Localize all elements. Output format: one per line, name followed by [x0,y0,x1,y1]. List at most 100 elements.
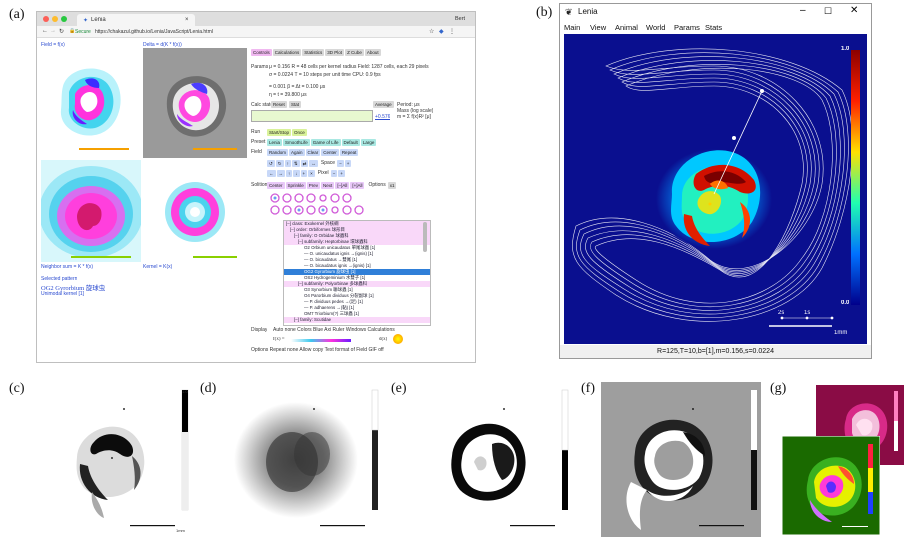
tab-close-icon[interactable]: × [185,17,189,23]
preset-large-button[interactable]: Large [360,138,377,146]
tab-calculations[interactable]: Calculations [272,48,302,56]
maximize-dot-icon[interactable] [61,16,67,22]
start-stop-button[interactable]: Start/Stop [267,128,292,136]
extension-icon[interactable]: ◆ [439,28,444,35]
neighbor-label: Neighbor sum = K * f(x) [41,264,94,270]
pixel-plus-icon[interactable]: + [338,169,345,177]
preset-smoothlife-button[interactable]: SmoothLife [283,138,310,146]
repeat-button[interactable]: Repeat [339,148,359,156]
menu-main[interactable]: Main [564,23,580,32]
window-title: Lenia [578,7,598,16]
zoom-in-icon[interactable]: + [300,169,308,177]
browser-tab[interactable]: ✦ Lenia × [77,14,195,26]
rotate-ccw-icon[interactable]: ↺ [267,159,275,167]
selected-sub: Unimodal kernel [1] [41,291,85,297]
once-button[interactable]: Once [292,128,307,136]
space-minus-icon[interactable]: − [337,159,344,167]
display-label: Display [251,327,268,333]
mirror-icon[interactable]: ⇄ [300,159,309,167]
neighbor-sum-view [41,160,141,262]
menu-animal[interactable]: Animal [615,23,638,32]
pixel-minus-icon[interactable]: − [330,169,338,177]
list-item[interactable]: [–] family: Scutidae [284,317,430,323]
mass-formula: m = Σ f(x)R² [μ] [397,114,431,120]
taxonomy-list[interactable]: [–] class: Exokernel 外核綱 [–] order: Orbi… [283,220,431,326]
star-icon[interactable]: ☆ [429,28,434,35]
solition-center-button[interactable]: Center [267,181,285,189]
list-scrollbar[interactable] [423,222,427,252]
menu-view[interactable]: View [590,23,606,32]
minimize-dot-icon[interactable] [52,16,58,22]
sprinkle-button[interactable]: Sprinkle [285,181,306,189]
move-up-icon[interactable]: ↑ [286,169,293,177]
reset-button[interactable]: Reset [271,101,287,108]
field-row-label: Field [251,149,262,155]
random-button[interactable]: Random [267,148,289,156]
close-icon[interactable]: ✕ [850,5,858,16]
collapse-all-button[interactable]: [–]All [335,181,350,189]
forward-icon[interactable]: → [50,28,56,34]
dk-label: d(x) [379,337,388,342]
browser-user[interactable]: Bert [455,16,465,22]
panel-c-max: 1.0 [182,389,188,394]
creature-icon-grid[interactable] [269,192,379,218]
menu-icon[interactable]: ⋮ [449,28,455,35]
tab-z-cube[interactable]: Z Cube [345,48,364,56]
tab-controls[interactable]: Controls [251,48,272,56]
transform-row-2: ← → ↑ ↓ + × Pixel − + [267,169,346,177]
clear-button[interactable]: Clear [305,148,321,156]
menu-stats[interactable]: Stats [705,23,722,32]
delta-view [143,48,247,158]
options-label: Options [368,182,386,188]
menu-world[interactable]: World [646,23,665,32]
tab-3d-plot[interactable]: 3D Plot [325,48,345,56]
fx-label: f(x) = [273,337,285,342]
field-view [41,48,141,158]
move-left-icon[interactable]: ← [267,169,276,177]
reload-icon[interactable]: ↻ [59,28,64,35]
shift-icon[interactable]: ↔ [309,159,318,167]
url-field[interactable]: https://chakazul.github.io/Lenia/JavaScr… [95,29,213,35]
colormap-bar [291,339,351,342]
stat-button[interactable]: Stat [289,101,302,108]
expand-all-button[interactable]: [+]All [350,181,365,189]
panel-label-g: (g) [770,381,787,396]
zoom-out-icon[interactable]: × [308,169,315,177]
mass-value: +0.576 [375,114,391,120]
minimize-icon[interactable]: – [800,5,806,16]
menu-params[interactable]: Params [674,23,700,32]
preset-lenia-button[interactable]: Lenia [267,138,283,146]
field-row: Field Random Again Clear Center Repeat [251,148,359,156]
prev-button[interactable]: Prev [306,181,321,189]
again-button[interactable]: Again [289,148,305,156]
flip-up-icon[interactable]: ↑ [284,159,291,167]
move-right-icon[interactable]: → [276,169,285,177]
lenia-app-window: ❦ Lenia – ☐ ✕ Main View Animal World Par… [559,3,872,359]
close-dot-icon[interactable] [43,16,49,22]
panel-e-plot [412,382,572,537]
back-icon[interactable]: ← [42,28,48,34]
params-line1: μ = 0.156 R = 48 cells per kernel radius… [269,64,429,70]
tab-statistics[interactable]: Statistics [302,48,325,56]
options-select[interactable]: x1 [387,181,397,189]
params-line3: = 0.001 β = Δt = 0.100 μs [269,84,326,90]
preset-label: Preset [251,139,266,145]
title-bar: ❦ Lenia – ☐ ✕ [560,4,871,21]
center-button[interactable]: Center [321,148,339,156]
time-label-1s: 1s [804,310,811,316]
space-plus-icon[interactable]: + [344,159,352,167]
panel-label-f: (f) [581,381,595,396]
move-down-icon[interactable]: ↓ [293,169,300,177]
flip-icon[interactable]: ⇅ [291,159,300,167]
rotate-cw-icon[interactable]: ↻ [275,159,284,167]
world-canvas[interactable]: 1.0 0.0 2s 1s 1mm [564,34,867,344]
preset-gol-button[interactable]: Game of Life [310,138,341,146]
center-marker [708,202,712,206]
kernel-view [143,160,247,262]
tab-about[interactable]: About [364,48,381,56]
next-button[interactable]: Next [321,181,335,189]
maximize-icon[interactable]: ☐ [824,6,832,17]
preset-default-button[interactable]: Default [341,138,360,146]
average-button[interactable]: Average [373,101,394,108]
menu-bar: Main View Animal World Params Stats [560,21,871,34]
